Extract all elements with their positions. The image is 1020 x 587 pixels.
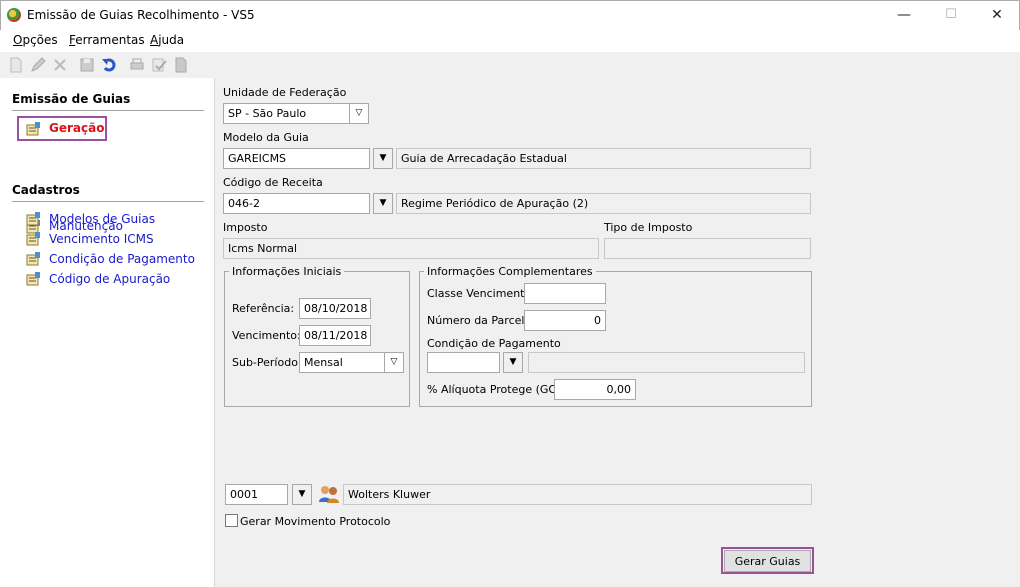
codigo-description: Regime Periódico de Apuração (2) <box>396 193 811 214</box>
sidebar-divider <box>12 110 204 111</box>
condicao-pagamento-label: Condição de Pagamento <box>427 337 561 350</box>
menu-ferramentas[interactable]: Ferramentas <box>69 33 145 47</box>
caret-down-icon: ▼ <box>379 153 387 163</box>
undo-icon[interactable] <box>100 56 118 74</box>
classe-vencimento-label: Classe Vencimento: <box>427 287 535 300</box>
info-iniciais-title: Informações Iniciais <box>229 265 345 278</box>
gerar-guias-button[interactable]: Gerar Guias <box>724 550 811 572</box>
info-complementares-title: Informações Complementares <box>424 265 596 278</box>
chevron-down-icon: ▽ <box>355 108 363 118</box>
menu-opcoes-label: pções <box>22 33 58 47</box>
sub-periodo-dropdown-button[interactable]: ▽ <box>384 352 404 373</box>
guide-icon <box>26 232 40 246</box>
print-icon[interactable] <box>128 56 146 74</box>
referencia-input[interactable]: 08/10/2018 <box>299 298 371 319</box>
guide-icon <box>26 212 40 226</box>
sidebar-item-vencimento-icms[interactable]: Vencimento ICMS <box>49 232 154 246</box>
modelo-label: Modelo da Guia <box>223 131 309 144</box>
menu-ferramentas-label: erramentas <box>75 33 145 47</box>
sub-periodo-label: Sub-Período: <box>232 356 302 369</box>
minimize-button[interactable]: — <box>881 1 927 29</box>
sidebar-divider <box>12 201 204 202</box>
sidebar-section-cadastros: Cadastros <box>12 183 80 197</box>
new-icon[interactable] <box>7 56 25 74</box>
tipo-imposto-label: Tipo de Imposto <box>604 221 693 234</box>
codigo-label: Código de Receita <box>223 176 323 189</box>
check-icon[interactable] <box>150 56 168 74</box>
modelo-description: Guia de Arrecadação Estadual <box>396 148 811 169</box>
menu-ajuda-hotkey: A <box>150 33 159 47</box>
sidebar-item-codigo-apuracao[interactable]: Código de Apuração <box>49 272 170 286</box>
title-bar: Emissão de Guias Recolhimento - VS5 — ☐ … <box>0 0 1020 30</box>
referencia-label: Referência: <box>232 302 295 315</box>
uf-dropdown-button[interactable]: ▽ <box>349 103 369 124</box>
save-icon[interactable] <box>78 56 96 74</box>
condicao-pagamento-description <box>528 352 805 373</box>
gerar-movimento-label: Gerar Movimento Protocolo <box>240 515 391 528</box>
sidebar-section-emissao: Emissão de Guias <box>12 92 131 106</box>
menu-ajuda[interactable]: Ajuda <box>150 33 184 47</box>
vencimento-input[interactable]: 08/11/2018 <box>299 325 371 346</box>
sidebar-item-geracao[interactable]: Geração <box>49 121 104 135</box>
empresa-name: Wolters Kluwer <box>343 484 812 505</box>
imposto-label: Imposto <box>223 221 268 234</box>
modelo-dropdown-button[interactable]: ▼ <box>373 148 393 169</box>
numero-parcela-label: Número da Parcela: <box>427 314 535 327</box>
gerar-movimento-checkbox[interactable] <box>225 514 238 527</box>
condicao-pagamento-input[interactable] <box>427 352 500 373</box>
imposto-field: Icms Normal <box>223 238 599 259</box>
codigo-input[interactable]: 046-2 <box>223 193 370 214</box>
aliquota-label: % Alíquota Protege (GO): <box>427 383 566 396</box>
empresa-dropdown-button[interactable]: ▼ <box>292 484 312 505</box>
document-icon[interactable] <box>172 56 190 74</box>
sidebar-item-condicao-pagamento[interactable]: Condição de Pagamento <box>49 252 195 266</box>
vencimento-label: Vencimento: <box>232 329 301 342</box>
caret-down-icon: ▼ <box>509 357 517 367</box>
caret-down-icon: ▼ <box>298 489 306 499</box>
empresa-code-input[interactable]: 0001 <box>225 484 288 505</box>
chevron-down-icon: ▽ <box>390 357 398 367</box>
caret-down-icon: ▼ <box>379 198 387 208</box>
guide-icon <box>26 122 40 136</box>
delete-icon[interactable] <box>51 56 69 74</box>
toolbar <box>0 52 1020 78</box>
codigo-dropdown-button[interactable]: ▼ <box>373 193 393 214</box>
sub-periodo-select[interactable]: Mensal <box>299 352 385 373</box>
menu-opcoes[interactable]: Opções <box>13 33 58 47</box>
app-icon <box>7 8 21 22</box>
sidebar-item-modelos-guias[interactable]: Modelos de Guias <box>49 212 155 226</box>
tipo-imposto-field <box>604 238 811 259</box>
numero-parcela-input[interactable]: 0 <box>524 310 606 331</box>
modelo-input[interactable]: GAREICMS <box>223 148 370 169</box>
guide-icon <box>26 272 40 286</box>
aliquota-input[interactable]: 0,00 <box>554 379 636 400</box>
company-users-icon[interactable] <box>317 484 341 505</box>
guide-icon <box>26 252 40 266</box>
condicao-pagamento-dropdown-button[interactable]: ▼ <box>503 352 523 373</box>
uf-select[interactable]: SP - São Paulo <box>223 103 350 124</box>
uf-label: Unidade de Federação <box>223 86 347 99</box>
maximize-button[interactable]: ☐ <box>928 1 974 29</box>
sidebar: Emissão de Guias Geração Manutenção Cada… <box>0 78 214 587</box>
menu-ajuda-label: juda <box>158 33 185 47</box>
close-button[interactable]: ✕ <box>974 1 1020 29</box>
edit-icon[interactable] <box>29 56 47 74</box>
window-title: Emissão de Guias Recolhimento - VS5 <box>27 8 255 22</box>
menu-bar: Opções Ferramentas Ajuda <box>0 30 1020 52</box>
classe-vencimento-input[interactable] <box>524 283 606 304</box>
